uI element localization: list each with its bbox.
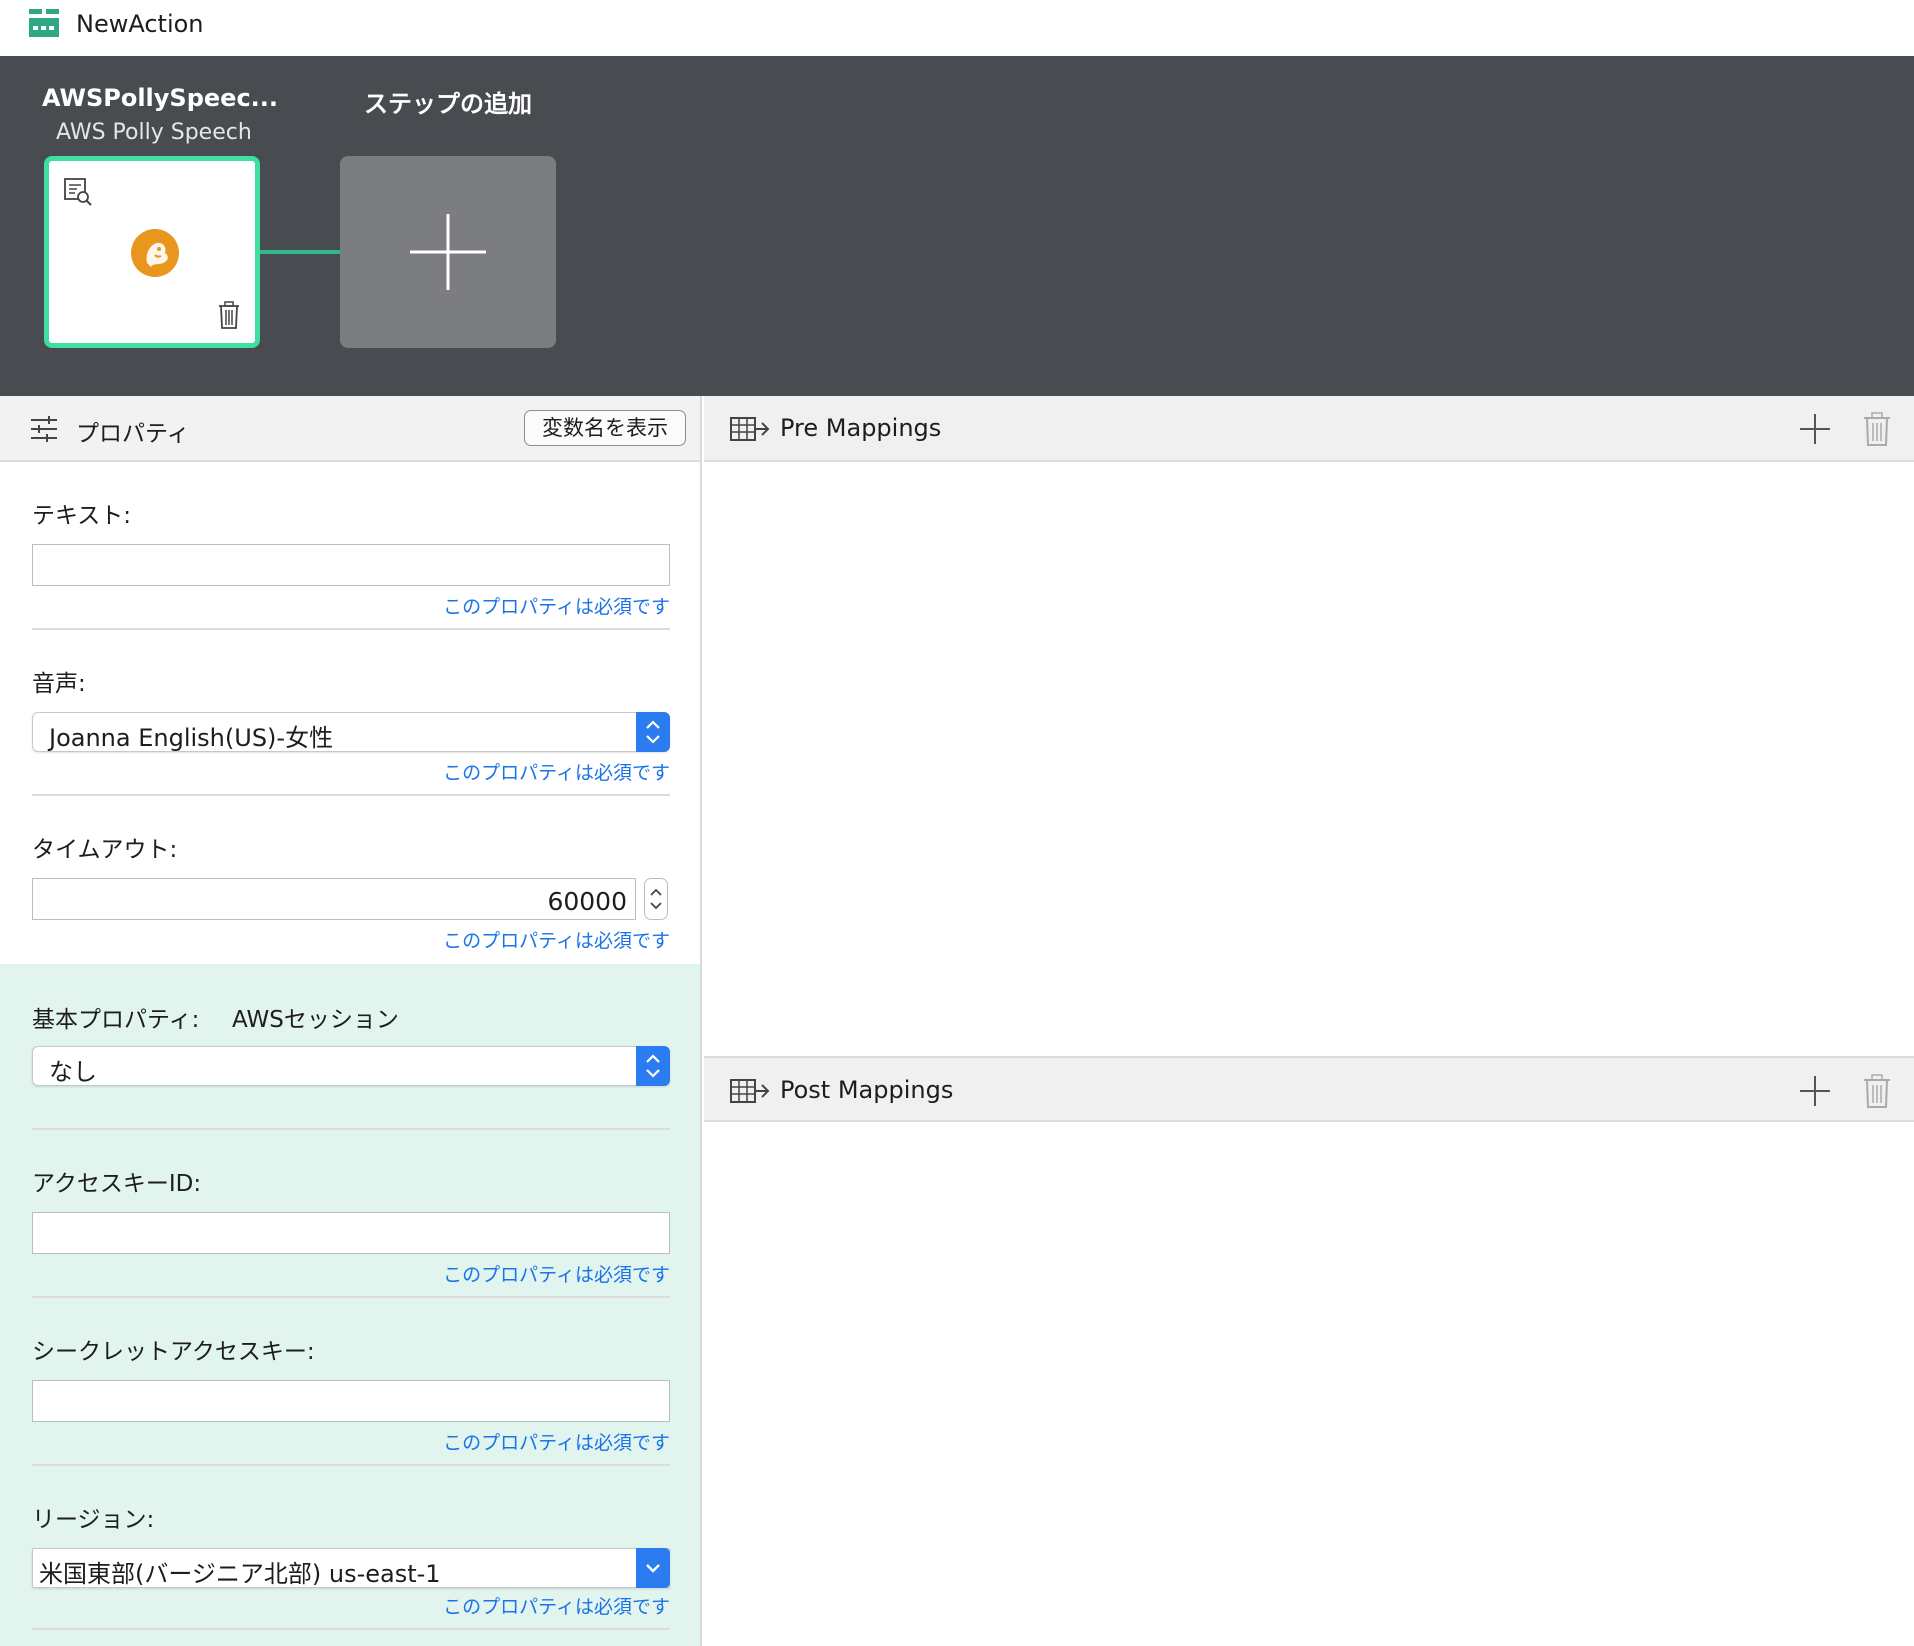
region-select-arrow[interactable] — [636, 1548, 670, 1588]
access-key-label: アクセスキーID: — [32, 1164, 201, 1198]
add-step-button[interactable] — [340, 156, 556, 348]
plus-icon — [408, 212, 488, 292]
session-value: なし — [49, 1052, 97, 1087]
post-mappings-panel: Post Mappings — [704, 1056, 1914, 1646]
properties-panel: プロパティ 変数名を表示 テキスト: このプロパティは必須です 音声: Joan… — [0, 396, 702, 1646]
trash-icon[interactable] — [217, 301, 241, 329]
text-required-note: このプロパティは必須です — [330, 592, 670, 619]
updown-chevron-icon — [636, 1046, 670, 1086]
voice-select-arrows[interactable] — [636, 712, 670, 752]
access-key-input[interactable] — [32, 1212, 670, 1254]
properties-title: プロパティ — [76, 414, 190, 448]
step-card[interactable] — [44, 156, 260, 348]
aws-polly-icon — [129, 227, 181, 279]
window-titlebar: NewAction — [0, 0, 1914, 56]
voice-value: Joanna English(US)-女性 — [49, 718, 333, 753]
step-canvas: AWSPollySpeec... AWS Polly Speech ステップの追… — [0, 56, 1914, 396]
voice-select[interactable]: Joanna English(US)-女性 — [32, 712, 670, 752]
session-select-arrows[interactable] — [636, 1046, 670, 1086]
inspect-icon[interactable] — [63, 177, 93, 207]
window-title: NewAction — [76, 10, 204, 38]
add-step-label: ステップの追加 — [364, 84, 532, 119]
region-required-note: このプロパティは必須です — [330, 1592, 670, 1619]
mapping-icon — [730, 1078, 770, 1104]
delete-pre-mapping-trash-icon[interactable] — [1862, 412, 1892, 446]
updown-chevron-icon — [636, 712, 670, 752]
divider — [32, 1128, 670, 1130]
timeout-required-note: このプロパティは必須です — [330, 926, 670, 953]
step-connector — [260, 250, 340, 254]
secret-key-label: シークレットアクセスキー: — [32, 1332, 315, 1366]
step-title: AWSPollySpeec... — [42, 84, 278, 112]
divider — [32, 1464, 670, 1466]
pre-mappings-header: Pre Mappings — [704, 396, 1914, 462]
divider — [32, 1628, 670, 1630]
updown-chevron-icon — [645, 879, 667, 919]
access-key-required-note: このプロパティは必須です — [330, 1260, 670, 1287]
sliders-icon — [30, 416, 58, 442]
post-mappings-title: Post Mappings — [780, 1076, 953, 1104]
voice-required-note: このプロパティは必須です — [330, 758, 670, 785]
timeout-stepper[interactable] — [644, 878, 668, 920]
divider — [32, 794, 670, 796]
divider — [32, 628, 670, 630]
add-post-mapping-plus-icon[interactable] — [1798, 1074, 1832, 1108]
timeout-value: 60000 — [547, 887, 627, 916]
region-select[interactable]: 米国東部(バージニア北部) us-east-1 — [32, 1548, 670, 1588]
secret-key-input[interactable] — [32, 1380, 670, 1422]
voice-label: 音声: — [32, 664, 86, 698]
pre-mappings-panel: Pre Mappings — [704, 396, 1914, 1056]
table-icon — [28, 8, 60, 38]
timeout-label: タイムアウト: — [32, 830, 177, 864]
post-mappings-header: Post Mappings — [704, 1056, 1914, 1122]
mapping-icon — [730, 416, 770, 442]
region-label: リージョン: — [32, 1500, 154, 1534]
text-input[interactable] — [32, 544, 670, 586]
text-label: テキスト: — [32, 496, 131, 530]
secret-key-required-note: このプロパティは必須です — [330, 1428, 670, 1455]
session-select[interactable]: なし — [32, 1046, 670, 1086]
timeout-input[interactable]: 60000 — [32, 878, 636, 920]
base-property-label: 基本プロパティ: — [32, 1000, 199, 1034]
delete-post-mapping-trash-icon[interactable] — [1862, 1074, 1892, 1108]
step-subtitle: AWS Polly Speech — [56, 120, 252, 145]
add-pre-mapping-plus-icon[interactable] — [1798, 412, 1832, 446]
divider — [32, 1296, 670, 1298]
chevron-down-icon — [636, 1548, 670, 1588]
properties-header: プロパティ 変数名を表示 — [0, 396, 700, 462]
show-variable-names-button[interactable]: 変数名を表示 — [524, 410, 686, 446]
region-value: 米国東部(バージニア北部) us-east-1 — [39, 1554, 441, 1589]
pre-mappings-title: Pre Mappings — [780, 414, 941, 442]
base-property-value: AWSセッション — [232, 1000, 399, 1034]
